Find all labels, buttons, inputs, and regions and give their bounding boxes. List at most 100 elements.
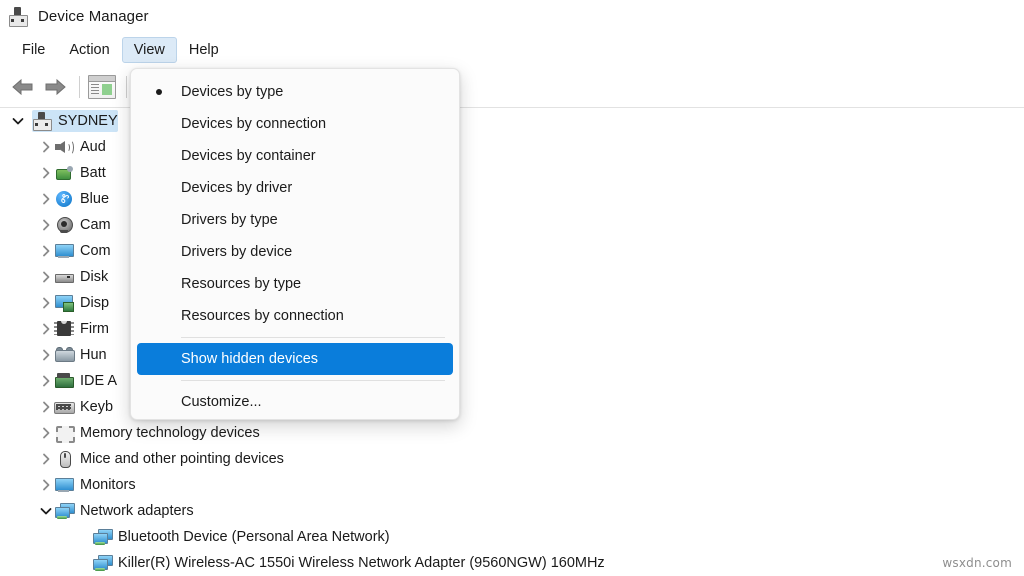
keyboard-icon	[54, 398, 75, 416]
chevron-right-icon[interactable]	[38, 269, 54, 285]
camera-icon	[54, 216, 74, 234]
menu-item-label: Devices by container	[181, 148, 316, 164]
tree-label-human-interface-devices: Hun	[80, 347, 107, 363]
tree-label-disk-drives: Disk	[80, 269, 109, 285]
chevron-right-icon[interactable]	[38, 217, 54, 233]
tree-row-network-adapters[interactable]: Network adapters	[0, 498, 1024, 524]
chevron-down-icon[interactable]	[10, 113, 26, 129]
menubar-item-view[interactable]: View	[121, 36, 177, 63]
menubar-item-help[interactable]: Help	[177, 37, 231, 63]
view-menu-dropdown: Devices by type Devices by connection De…	[130, 68, 460, 420]
tree-label-keyboards: Keyb	[80, 399, 114, 415]
tree-label-killer-wireless-adapter: Killer(R) Wireless-AC 1550i Wireless Net…	[118, 555, 605, 571]
tree-row-mice[interactable]: Mice and other pointing devices	[0, 446, 1024, 472]
network-adapter-icon	[92, 528, 113, 546]
tree-row-bluetooth-pan-device[interactable]: Bluetooth Device (Personal Area Network)	[0, 524, 1024, 550]
menu-item-label: Show hidden devices	[181, 351, 319, 367]
menubar-item-action[interactable]: Action	[57, 37, 121, 63]
ide-controller-icon	[54, 372, 74, 390]
tree-label-memory-technology-devices: Memory technology devices	[80, 425, 260, 441]
menu-item-label: Devices by connection	[181, 116, 327, 132]
menu-item-devices-by-container[interactable]: Devices by container	[137, 140, 453, 172]
tree-label-network-adapters: Network adapters	[80, 503, 194, 519]
chip-icon	[54, 320, 74, 338]
device-manager-window: Device Manager File Action View Help SYD…	[0, 0, 1024, 576]
toolbar-separator	[79, 75, 80, 98]
chevron-right-icon[interactable]	[38, 373, 54, 389]
chevron-right-icon[interactable]	[38, 139, 54, 155]
chevron-right-icon[interactable]	[38, 399, 54, 415]
display-adapter-icon	[54, 294, 74, 312]
computer-icon	[32, 112, 52, 131]
tree-label-mice: Mice and other pointing devices	[80, 451, 284, 467]
menu-item-label: Drivers by type	[181, 212, 278, 228]
tree-row-memory-technology-devices[interactable]: Memory technology devices	[0, 420, 1024, 446]
menu-item-drivers-by-device[interactable]: Drivers by device	[137, 236, 453, 268]
tree-label-monitors: Monitors	[80, 477, 136, 493]
tree-row-monitors[interactable]: Monitors	[0, 472, 1024, 498]
menu-item-devices-by-type[interactable]: Devices by type	[137, 76, 453, 108]
speaker-icon	[54, 138, 74, 156]
menu-item-label: Devices by type	[181, 84, 284, 100]
chevron-right-icon[interactable]	[38, 295, 54, 311]
radio-bullet-icon	[137, 89, 181, 95]
menu-item-label: Drivers by device	[181, 244, 293, 260]
tree-label-cameras: Cam	[80, 217, 111, 233]
device-manager-icon	[8, 6, 28, 27]
tree-label-display-adapters: Disp	[80, 295, 110, 311]
chevron-right-icon[interactable]	[38, 165, 54, 181]
monitor-icon	[54, 242, 74, 260]
chevron-right-icon[interactable]	[38, 191, 54, 207]
battery-icon	[54, 164, 74, 182]
menu-separator	[181, 380, 445, 381]
hid-icon	[54, 346, 75, 364]
watermark: wsxdn.com	[942, 556, 1012, 570]
tree-label-firmware: Firm	[80, 321, 109, 337]
disk-drive-icon	[54, 268, 74, 286]
chevron-right-icon[interactable]	[38, 321, 54, 337]
chevron-right-icon[interactable]	[38, 425, 54, 441]
menu-item-label: Resources by type	[181, 276, 302, 292]
menu-item-label: Devices by driver	[181, 180, 293, 196]
tree-label-bluetooth-pan-device: Bluetooth Device (Personal Area Network)	[118, 529, 390, 545]
menu-item-drivers-by-type[interactable]: Drivers by type	[137, 204, 453, 236]
back-button[interactable]	[8, 73, 38, 101]
tree-label-ide-controllers: IDE A	[80, 373, 118, 389]
menu-item-customize[interactable]: Customize...	[137, 386, 453, 418]
monitor-icon	[54, 476, 74, 494]
properties-button[interactable]	[87, 73, 117, 101]
tree-label-bluetooth: Blue	[80, 191, 110, 207]
tree-label-sydney: SYDNEY	[58, 113, 118, 129]
memory-icon	[54, 424, 75, 443]
window-title: Device Manager	[38, 7, 149, 25]
menu-bar: File Action View Help	[0, 34, 1024, 65]
chevron-right-icon[interactable]	[38, 477, 54, 493]
arrow-left-icon	[12, 78, 33, 95]
menu-item-label: Resources by connection	[181, 308, 344, 324]
menu-item-devices-by-connection[interactable]: Devices by connection	[137, 108, 453, 140]
menubar-item-file[interactable]: File	[10, 37, 57, 63]
chevron-right-icon[interactable]	[38, 243, 54, 259]
mouse-icon	[54, 450, 74, 468]
bluetooth-icon: Ꮡ	[54, 190, 74, 208]
menu-separator	[181, 337, 445, 338]
properties-icon	[88, 74, 116, 99]
network-adapter-icon	[54, 502, 75, 520]
menu-item-devices-by-driver[interactable]: Devices by driver	[137, 172, 453, 204]
tree-label-batteries: Batt	[80, 165, 106, 181]
menu-item-resources-by-connection[interactable]: Resources by connection	[137, 300, 453, 332]
tree-label-audio: Aud	[80, 139, 106, 155]
arrow-right-icon	[45, 78, 66, 95]
chevron-down-icon[interactable]	[38, 503, 54, 519]
network-adapter-icon	[92, 554, 113, 572]
chevron-right-icon[interactable]	[38, 347, 54, 363]
toolbar-separator-2	[126, 75, 127, 98]
chevron-right-icon[interactable]	[38, 451, 54, 467]
tree-label-computer: Com	[80, 243, 111, 259]
menu-item-resources-by-type[interactable]: Resources by type	[137, 268, 453, 300]
forward-button[interactable]	[40, 73, 70, 101]
tree-row-killer-wireless-adapter[interactable]: Killer(R) Wireless-AC 1550i Wireless Net…	[0, 550, 1024, 576]
menu-item-show-hidden-devices[interactable]: Show hidden devices	[137, 343, 453, 375]
title-bar: Device Manager	[0, 0, 1024, 32]
menu-item-label: Customize...	[181, 394, 262, 410]
